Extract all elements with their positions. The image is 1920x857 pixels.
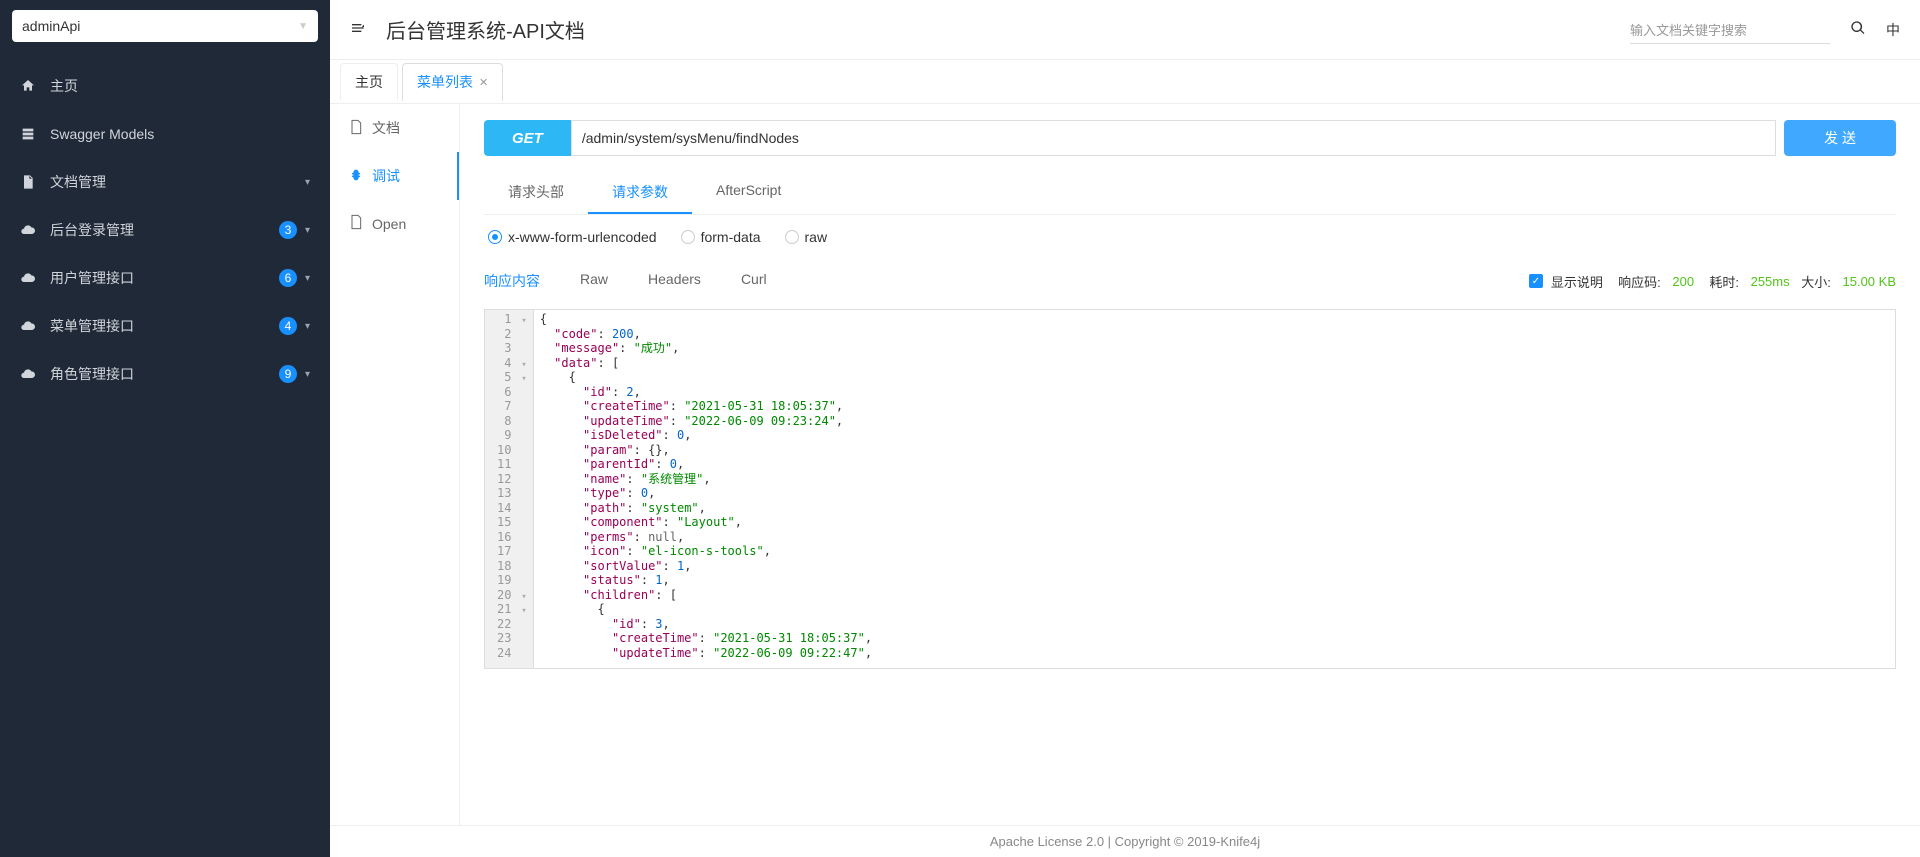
response-code: { "code": 200, "message": "成功", "data": … [534, 310, 1895, 668]
radio-icon [681, 230, 695, 244]
nav-label: 菜单管理接口 [50, 316, 279, 336]
radio-icon [488, 230, 502, 244]
side-tab-调试[interactable]: 调试 [330, 152, 459, 200]
resp-tab-2[interactable]: Headers [648, 265, 701, 297]
api-group-value: adminApi [22, 18, 80, 34]
cloud-icon [20, 222, 38, 238]
checkbox-icon[interactable]: ✓ [1529, 274, 1543, 288]
send-button[interactable]: 发 送 [1784, 120, 1896, 156]
cloud-icon [20, 366, 38, 382]
search-input[interactable]: 输入文档关键字搜索 [1630, 16, 1830, 44]
main: 后台管理系统-API文档 输入文档关键字搜索 中 主页 菜单列表 ✕ 文档调试 Ope… [330, 0, 1920, 857]
line-gutter: 1 ▾2 3 4 ▾5 ▾6 7 8 9 10 11 12 13 14 15 1… [485, 310, 534, 668]
url-bar: GET /admin/system/sysMenu/findNodes 发 送 [484, 120, 1896, 156]
file-icon [348, 214, 364, 233]
nav-item-6[interactable]: 角色管理接口 9 ▾ [0, 350, 330, 398]
resp-time-value: 255ms [1751, 274, 1790, 289]
collapse-icon[interactable] [350, 20, 366, 39]
nav-item-0[interactable]: 主页 [0, 62, 330, 110]
topbar: 后台管理系统-API文档 输入文档关键字搜索 中 [330, 0, 1920, 60]
tab-1[interactable]: 菜单列表 ✕ [402, 63, 503, 101]
resp-tab-3[interactable]: Curl [741, 265, 767, 297]
nav-item-4[interactable]: 用户管理接口 6 ▾ [0, 254, 330, 302]
nav-item-2[interactable]: 文档管理 ▾ [0, 158, 330, 206]
nav-badge: 4 [279, 317, 297, 335]
tab-0[interactable]: 主页 [340, 63, 398, 100]
bug-icon [348, 167, 364, 186]
side-tab-Open[interactable]: Open [330, 200, 459, 247]
cloud-icon [20, 318, 38, 334]
sidebar: adminApi ▼ 主页 Swagger Models 文档管理 ▾ 后台登录… [0, 0, 330, 857]
cloud-icon [20, 270, 38, 286]
nav-item-1[interactable]: Swagger Models [0, 110, 330, 158]
nav-menu: 主页 Swagger Models 文档管理 ▾ 后台登录管理 3 ▾ 用户管理… [0, 52, 330, 857]
file-icon [348, 119, 364, 138]
response-tabs: 响应内容 Raw Headers Curl [484, 265, 767, 297]
side-tab-文档[interactable]: 文档 [330, 104, 459, 152]
response-editor[interactable]: 1 ▾2 3 4 ▾5 ▾6 7 8 9 10 11 12 13 14 15 1… [484, 309, 1896, 669]
resp-size-label: 大小: [1801, 272, 1831, 291]
nav-item-5[interactable]: 菜单管理接口 4 ▾ [0, 302, 330, 350]
radio-label: raw [805, 229, 828, 245]
nav-label: 文档管理 [50, 172, 305, 192]
api-group-select[interactable]: adminApi ▼ [12, 10, 318, 42]
language-toggle[interactable]: 中 [1886, 20, 1900, 40]
resp-code-value: 200 [1672, 274, 1694, 289]
nav-label: 主页 [50, 76, 310, 96]
side-tab-label: Open [372, 216, 406, 232]
nav-badge: 9 [279, 365, 297, 383]
radio-label: form-data [701, 229, 761, 245]
chevron-down-icon: ▾ [305, 177, 310, 188]
nav-item-3[interactable]: 后台登录管理 3 ▾ [0, 206, 330, 254]
chevron-down-icon: ▾ [305, 321, 310, 332]
url-input[interactable]: /admin/system/sysMenu/findNodes [571, 120, 1776, 156]
chevron-down-icon: ▾ [305, 273, 310, 284]
search-icon[interactable] [1850, 20, 1866, 39]
home-icon [20, 78, 38, 94]
chevron-down-icon: ▾ [305, 369, 310, 380]
body-type-radio-1[interactable]: form-data [681, 229, 761, 245]
doc-side-tabs: 文档调试 Open [330, 104, 460, 825]
side-tab-label: 文档 [372, 118, 400, 138]
show-desc-label: 显示说明 [1551, 272, 1603, 291]
models-icon [20, 126, 38, 142]
resp-code-label: 响应码: [1618, 272, 1661, 291]
resp-tab-0[interactable]: 响应内容 [484, 265, 540, 297]
req-tab-2[interactable]: AfterScript [692, 172, 805, 214]
doc-icon [20, 174, 38, 190]
close-icon[interactable]: ✕ [479, 76, 488, 89]
body-type-radio-0[interactable]: x-www-form-urlencoded [488, 229, 657, 245]
tab-label: 主页 [355, 72, 383, 92]
req-tab-1[interactable]: 请求参数 [588, 172, 692, 214]
nav-label: Swagger Models [50, 126, 310, 142]
nav-badge: 6 [279, 269, 297, 287]
resp-tab-1[interactable]: Raw [580, 265, 608, 297]
page-title: 后台管理系统-API文档 [386, 15, 1630, 44]
radio-icon [785, 230, 799, 244]
nav-label: 用户管理接口 [50, 268, 279, 288]
body-type-radios: x-www-form-urlencoded form-data raw [484, 229, 1896, 245]
nav-badge: 3 [279, 221, 297, 239]
req-tab-0[interactable]: 请求头部 [484, 172, 588, 214]
resp-size-value: 15.00 KB [1843, 274, 1897, 289]
response-meta: ✓ 显示说明 响应码: 200 耗时: 255ms 大小: 15.00 KB [1529, 272, 1896, 291]
request-tabs: 请求头部请求参数AfterScript [484, 172, 1896, 215]
tab-label: 菜单列表 [417, 72, 473, 92]
response-header: 响应内容 Raw Headers Curl ✓ 显示说明 响应码: 200 耗时: 2… [484, 265, 1896, 297]
nav-label: 后台登录管理 [50, 220, 279, 240]
nav-label: 角色管理接口 [50, 364, 279, 384]
resp-time-label: 耗时: [1709, 272, 1739, 291]
debug-panel: GET /admin/system/sysMenu/findNodes 发 送 … [460, 104, 1920, 825]
side-tab-label: 调试 [372, 166, 400, 186]
chevron-down-icon: ▼ [298, 21, 308, 32]
page-tabs: 主页 菜单列表 ✕ [330, 60, 1920, 104]
http-method: GET [484, 120, 571, 156]
radio-label: x-www-form-urlencoded [508, 229, 657, 245]
footer: Apache License 2.0 | Copyright © 2019-Kn… [330, 825, 1920, 857]
body-type-radio-2[interactable]: raw [785, 229, 828, 245]
chevron-down-icon: ▾ [305, 225, 310, 236]
